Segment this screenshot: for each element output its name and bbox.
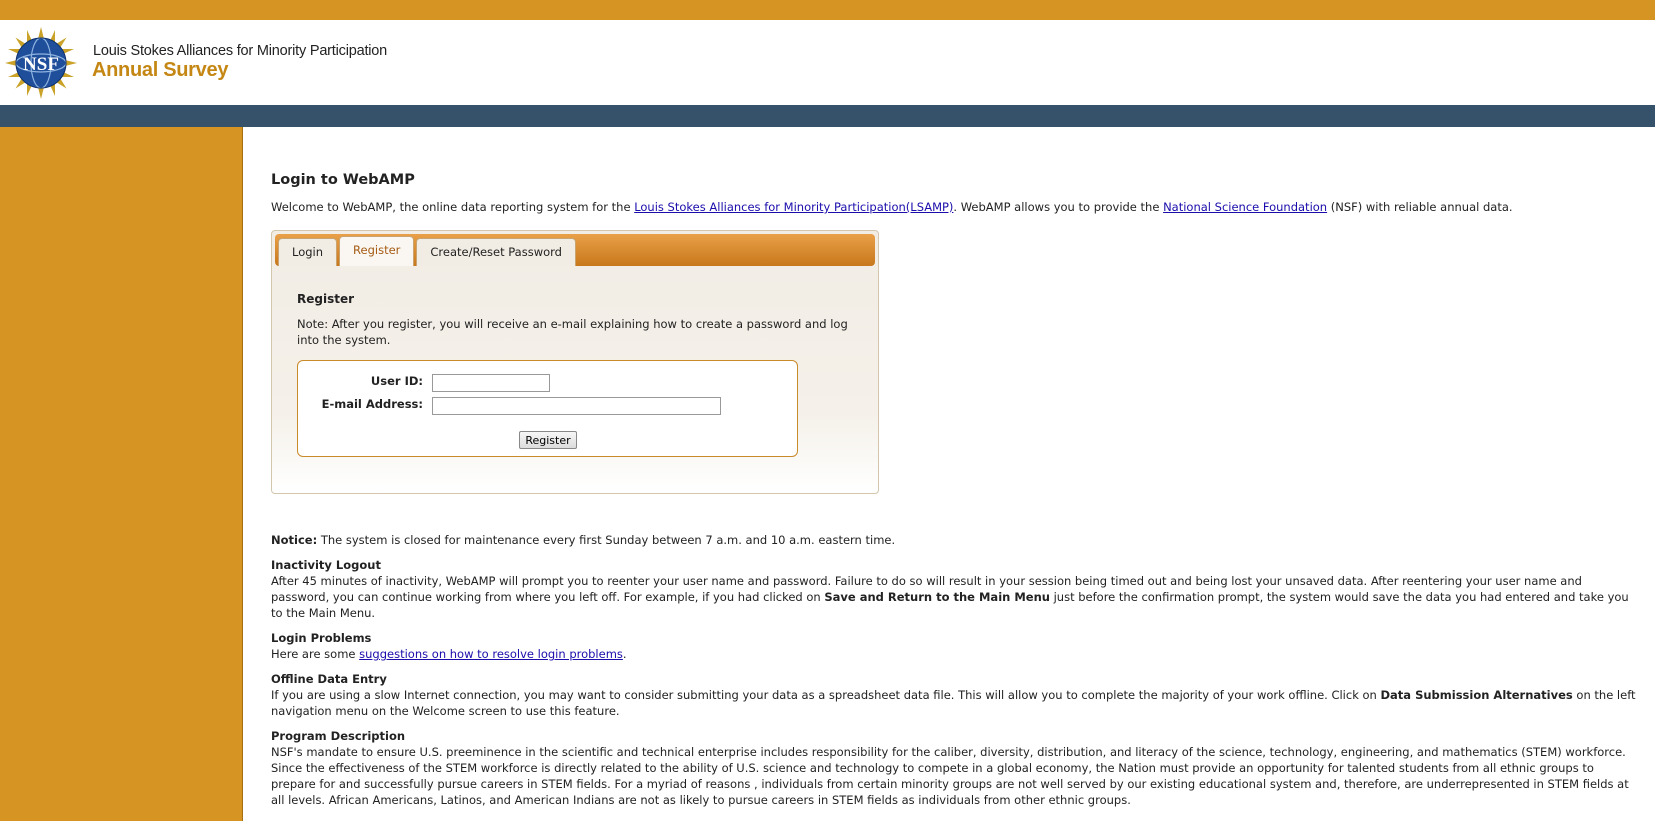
offline-bold-text: Data Submission Alternatives <box>1380 688 1573 702</box>
login-problems-paragraph: Login Problems Here are some suggestions … <box>271 630 1641 662</box>
intro-text: Welcome to WebAMP, the online data repor… <box>271 200 1641 214</box>
register-heading: Register <box>297 292 355 306</box>
user-id-input[interactable] <box>432 374 550 392</box>
intro-text-part: . WebAMP allows you to provide the <box>953 200 1164 214</box>
email-address-label: E-mail Address: <box>321 397 423 411</box>
notice-paragraph: Notice: The system is closed for mainten… <box>271 532 1641 548</box>
program-name: Louis Stokes Alliances for Minority Part… <box>93 43 388 59</box>
notice-label: Notice: <box>271 533 318 547</box>
nsf-logo-text: NSF <box>23 54 59 75</box>
tab-bar: Login Register Create/Reset Password <box>275 234 875 266</box>
offline-heading: Offline Data Entry <box>271 672 387 686</box>
login-panel: Login Register Create/Reset Password Reg… <box>271 230 879 494</box>
survey-name: Annual Survey <box>92 59 229 81</box>
login-problems-text: . <box>622 647 627 661</box>
register-note: Note: After you register, you will recei… <box>297 317 848 347</box>
program-text: NSF's mandate to ensure U.S. preeminence… <box>271 745 1629 807</box>
register-panel-body: Register Note: After you register, you w… <box>275 266 875 457</box>
program-heading: Program Description <box>271 729 406 743</box>
intro-text-part: (NSF) with reliable annual data. <box>1327 200 1513 214</box>
tab-login[interactable]: Login <box>278 238 338 266</box>
offline-text: If you are using a slow Internet connect… <box>271 688 1381 702</box>
user-id-label: User ID: <box>370 374 423 388</box>
register-button[interactable]: Register <box>519 431 577 449</box>
notice-text: The system is closed for maintenance eve… <box>317 533 896 547</box>
page-title: Login to WebAMP <box>271 172 415 188</box>
info-section: Notice: The system is closed for mainten… <box>271 532 1641 808</box>
nsf-link[interactable]: National Science Foundation <box>1163 200 1327 214</box>
email-address-input[interactable] <box>432 397 721 415</box>
main-content: Login to WebAMP Welcome to WebAMP, the o… <box>243 127 1655 821</box>
site-header: NSF Louis Stokes Alliances for Minority … <box>0 20 1655 105</box>
inactivity-heading: Inactivity Logout <box>271 558 381 572</box>
inactivity-bold-text: Save and Return to the Main Menu <box>824 590 1050 604</box>
navigation-bar <box>0 105 1655 127</box>
inactivity-paragraph: Inactivity Logout After 45 minutes of ina… <box>271 557 1641 621</box>
login-problems-link[interactable]: suggestions on how to resolve login prob… <box>359 647 623 661</box>
intro-text-part: Welcome to WebAMP, the online data repor… <box>271 200 635 214</box>
left-sidebar <box>0 127 243 821</box>
nsf-logo-icon[interactable]: NSF <box>5 27 77 99</box>
tab-register[interactable]: Register <box>339 236 415 266</box>
offline-paragraph: Offline Data Entry If you are using a slo… <box>271 671 1641 719</box>
lsamp-link[interactable]: Louis Stokes Alliances for Minority Part… <box>634 200 953 214</box>
top-accent-bar <box>0 0 1655 20</box>
login-problems-text: Here are some <box>271 647 360 661</box>
tab-create-reset-password[interactable]: Create/Reset Password <box>416 238 576 266</box>
program-paragraph: Program Description NSF's mandate to ensu… <box>271 728 1641 808</box>
register-form: User ID: E-mail Address: Register <box>297 360 798 457</box>
login-problems-heading: Login Problems <box>271 631 372 645</box>
